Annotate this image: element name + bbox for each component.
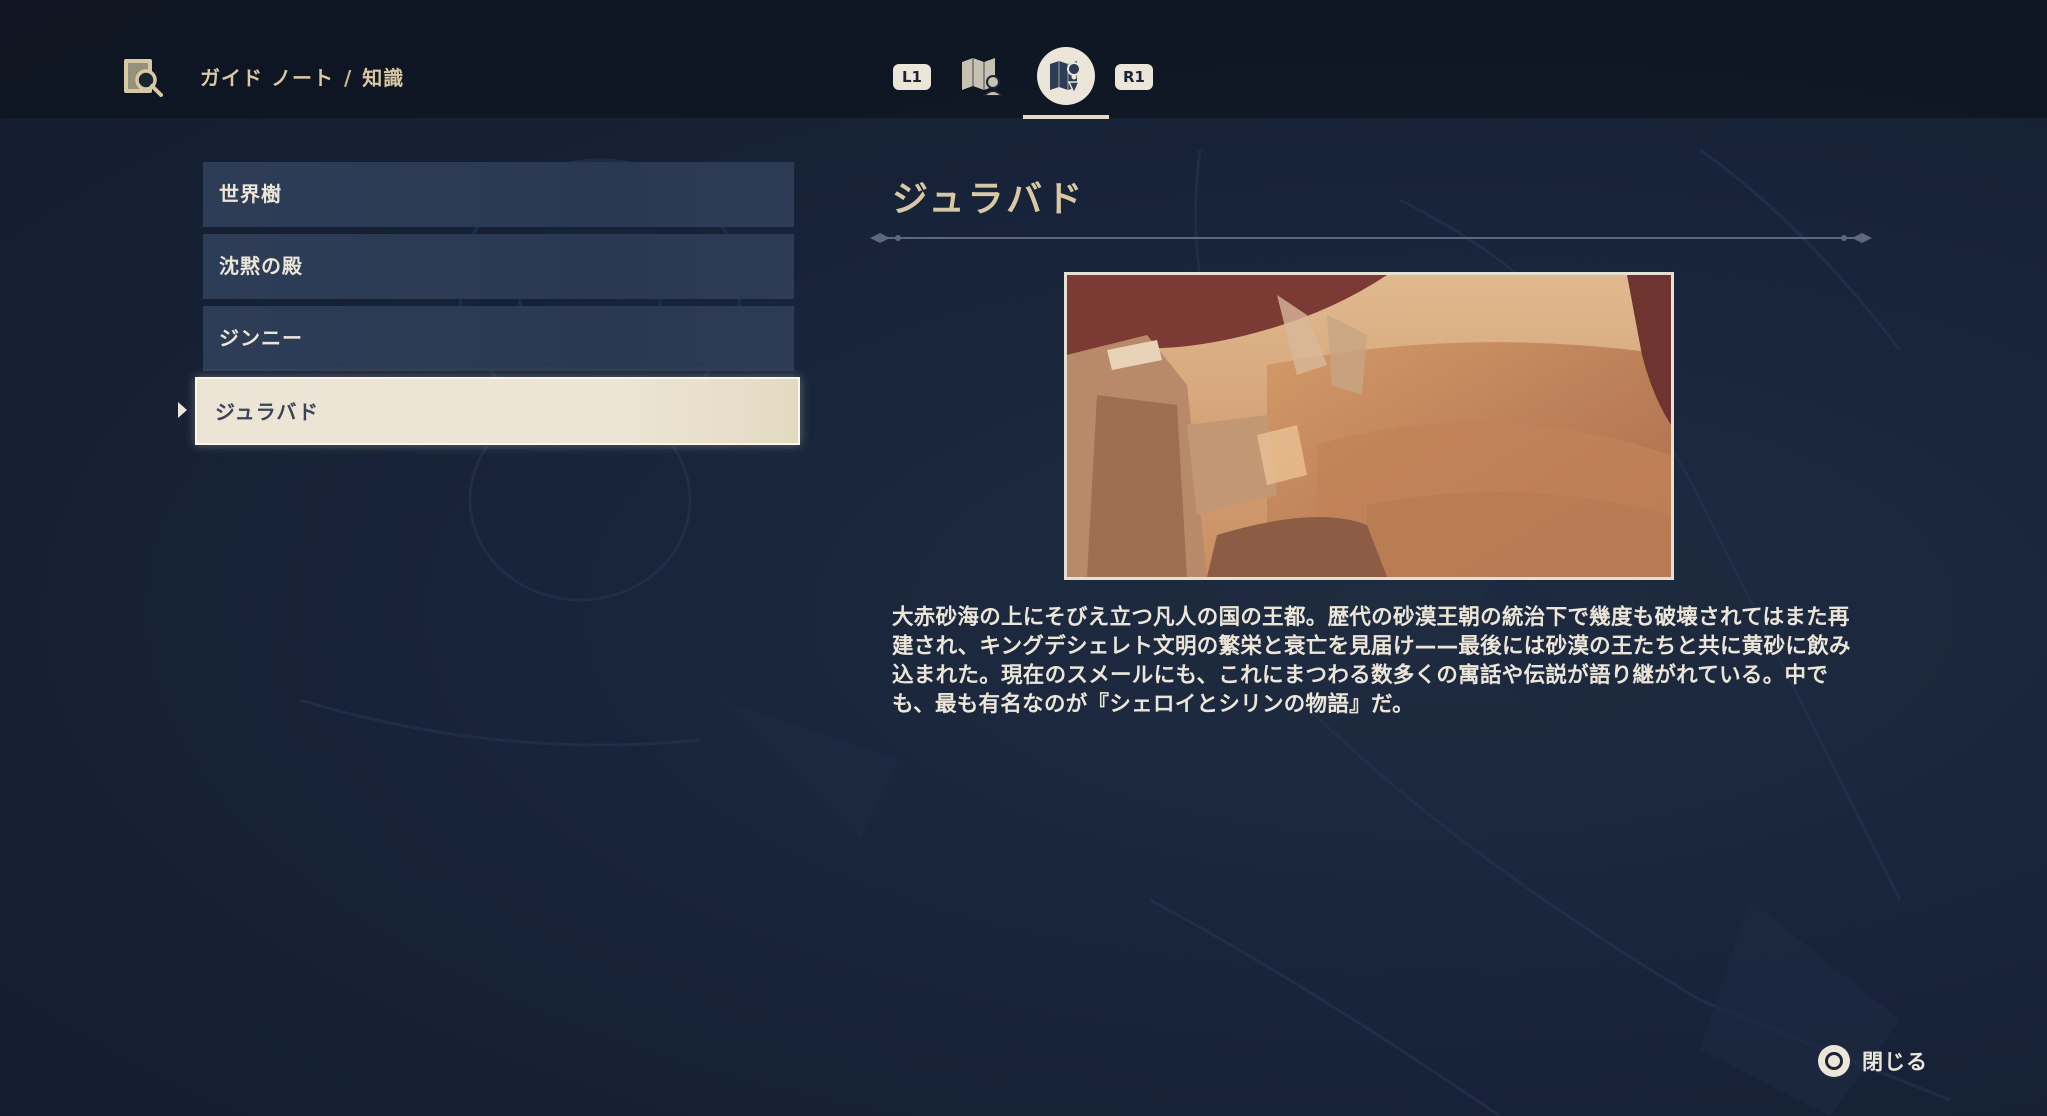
breadcrumb-separator: / <box>343 66 353 90</box>
breadcrumb-current: 知識 <box>362 66 405 90</box>
detail-title: ジュラバド <box>892 179 1086 220</box>
breadcrumb-parent[interactable]: ガイド ノート <box>200 66 334 90</box>
list-item-label: 沈黙の殿 <box>219 254 303 278</box>
active-tab-underline <box>1023 115 1109 119</box>
list-item-jinni[interactable]: ジンニー <box>203 306 794 371</box>
breadcrumb: ガイド ノート / 知識 <box>200 62 404 91</box>
location-illustration <box>1064 272 1674 580</box>
close-button[interactable]: 閉じる <box>1818 1045 1928 1077</box>
guide-book-search-icon <box>124 59 163 97</box>
top-bar: ガイド ノート / 知識 L1 R1 <box>0 0 2047 119</box>
list-item-world-tree[interactable]: 世界樹 <box>203 162 794 227</box>
list-item-label: ジュラバド <box>215 400 319 424</box>
title-divider <box>870 233 1872 243</box>
next-tab-r1-button[interactable]: R1 <box>1115 64 1153 90</box>
tab-character-map-icon[interactable] <box>960 56 1004 96</box>
prev-tab-l1-button[interactable]: L1 <box>893 64 931 90</box>
selection-arrow-icon <box>178 402 187 418</box>
list-item-label: 世界樹 <box>219 182 282 206</box>
map-pin-icon <box>1050 61 1081 93</box>
desert-ruins-image <box>1067 275 1671 577</box>
circle-button-icon <box>1818 1045 1850 1077</box>
close-label: 閉じる <box>1862 1050 1928 1074</box>
detail-description: 大赤砂海の上にそびえ立つ凡人の国の王都。歴代の砂漠王朝の統治下で幾度も破壊されて… <box>892 605 1851 717</box>
tab-area-knowledge-active[interactable] <box>1037 47 1095 105</box>
list-item-label: ジンニー <box>219 326 303 350</box>
list-item-jurabad-selected[interactable]: ジュラバド <box>195 377 800 445</box>
list-item-silent-hall[interactable]: 沈黙の殿 <box>203 234 794 299</box>
